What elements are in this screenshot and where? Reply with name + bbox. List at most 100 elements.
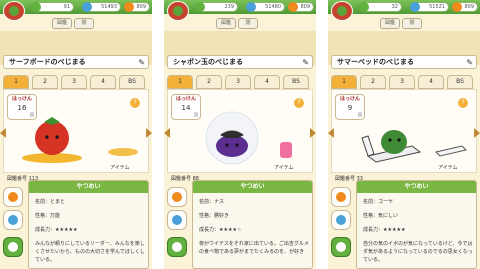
field-name: 名前：とまと [35, 199, 66, 205]
help-icon[interactable]: ? [457, 97, 469, 109]
side-button-info[interactable] [167, 187, 187, 207]
green-currency-value: 32 [391, 4, 398, 10]
field-key: 名前 [35, 199, 46, 205]
variant-tab-2[interactable]: 2 [196, 75, 222, 89]
orange-currency: 809 [452, 2, 478, 12]
orange-currency-value: 809 [464, 4, 474, 10]
tab-dex[interactable]: 図鑑 [380, 18, 400, 29]
found-label: はっけん [339, 96, 360, 102]
field-value: ゴーヤ [378, 199, 394, 205]
variant-tab-bs[interactable]: BS [119, 75, 145, 89]
variant-tab-4[interactable]: 4 [418, 75, 444, 89]
tab-dex[interactable]: 図鑑 [52, 18, 72, 29]
found-count: 9 [347, 104, 353, 112]
variant-tab-2[interactable]: 2 [360, 75, 386, 89]
found-unit: 回 [194, 112, 198, 117]
next-arrow-icon[interactable] [474, 128, 480, 138]
tab-close[interactable]: 閉 [238, 18, 258, 29]
leaf-coin-icon [359, 2, 369, 12]
shop-icon [172, 215, 182, 225]
carrot-icon [452, 2, 462, 12]
side-button-home[interactable] [167, 237, 187, 257]
found-counter: はっけん 9 回 [335, 94, 365, 120]
prev-arrow-icon[interactable] [328, 128, 334, 138]
field-key: 性格 [35, 213, 46, 219]
panel-2: 239 51480 809 図鑑 閉 シャボン玉のべじまる ✎ 1 2 3 4 … [164, 0, 316, 269]
blue-currency-value: 51480 [265, 4, 281, 10]
field-value: ★★★★★ [383, 227, 406, 233]
variant-tab-3[interactable]: 3 [389, 75, 415, 89]
game-logo-icon[interactable] [3, 1, 25, 21]
field-personality: 性格：万能 [35, 213, 61, 219]
pencil-icon[interactable]: ✎ [302, 58, 309, 67]
next-arrow-icon[interactable] [310, 128, 316, 138]
help-icon[interactable]: ? [129, 97, 141, 109]
goya-body [381, 130, 407, 154]
character-name-text: サーフボードのべじまる [9, 58, 86, 66]
field-value: ★★★★☆ [219, 227, 242, 233]
field-key: 名前 [199, 199, 210, 205]
description-title: やつめい [29, 181, 148, 193]
blue-currency: 51493 [82, 2, 121, 12]
pencil-icon[interactable]: ✎ [138, 58, 145, 67]
prev-arrow-icon[interactable] [0, 128, 6, 138]
tab-close[interactable]: 閉 [74, 18, 94, 29]
field-value: ★★★★★ [55, 227, 78, 233]
game-logo-icon[interactable] [167, 1, 189, 21]
blue-coin-icon [246, 2, 256, 12]
side-button-home[interactable] [331, 237, 351, 257]
field-growth: 成長力：★★★★★ [363, 227, 406, 233]
variant-tab-4[interactable]: 4 [254, 75, 280, 89]
pencil-icon[interactable]: ✎ [466, 58, 473, 67]
description-card: やつめい 名前：とまと 性格：万能 成長力：★★★★★ みんなが頼りにしているリ… [28, 180, 149, 269]
side-button-home[interactable] [3, 237, 23, 257]
variant-tab-2[interactable]: 2 [32, 75, 58, 89]
character-name: サマーベッドのべじまる ✎ [331, 55, 477, 69]
help-icon[interactable]: ? [293, 97, 305, 109]
variant-tab-4[interactable]: 4 [90, 75, 116, 89]
item-label: アイテム [274, 165, 294, 171]
side-button-info[interactable] [331, 187, 351, 207]
found-label: はっけん [175, 96, 196, 102]
blue-coin-icon [82, 2, 92, 12]
found-counter: はっけん 14 回 [171, 94, 201, 120]
variant-tab-3[interactable]: 3 [61, 75, 87, 89]
description-title: やつめい [357, 181, 476, 193]
variant-tab-1[interactable]: 1 [331, 75, 357, 89]
variant-tab-1[interactable]: 1 [167, 75, 193, 89]
found-counter: はっけん 16 回 [7, 94, 37, 120]
side-button-info[interactable] [3, 187, 23, 207]
blue-coin-icon [410, 2, 420, 12]
green-currency: 239 [195, 2, 238, 12]
green-currency-value: 91 [63, 4, 70, 10]
item-label: アイテム [110, 165, 130, 171]
side-button-shop[interactable] [331, 210, 351, 230]
variant-tab-bs[interactable]: BS [283, 75, 309, 89]
description-card: やつめい 名前：ゴーヤ 性格：気にしい 成長力：★★★★★ 自分の気のイボのが気… [356, 180, 477, 269]
home-icon [172, 242, 182, 252]
green-currency: 32 [359, 2, 402, 12]
variant-tab-1[interactable]: 1 [3, 75, 29, 89]
side-button-shop[interactable] [167, 210, 187, 230]
variant-tab-bs[interactable]: BS [447, 75, 473, 89]
green-currency: 91 [31, 2, 74, 12]
found-count: 14 [181, 104, 191, 112]
tab-close[interactable]: 閉 [402, 18, 422, 29]
info-icon [336, 192, 346, 202]
home-icon [336, 242, 346, 252]
game-logo-icon[interactable] [331, 1, 353, 21]
shop-icon [8, 215, 18, 225]
variant-tab-3[interactable]: 3 [225, 75, 251, 89]
next-arrow-icon[interactable] [146, 128, 152, 138]
blue-currency: 51521 [410, 2, 449, 12]
prev-arrow-icon[interactable] [164, 128, 170, 138]
orange-currency-value: 809 [300, 4, 310, 10]
dex-number-label: 図鑑番号 [171, 176, 192, 182]
side-button-shop[interactable] [3, 210, 23, 230]
tab-dex[interactable]: 図鑑 [216, 18, 236, 29]
home-icon [8, 242, 18, 252]
character-name: シャボン玉のべじまる ✎ [167, 55, 313, 69]
green-currency-value: 239 [224, 4, 234, 10]
field-name: 名前：ナス [199, 199, 225, 205]
blue-currency-value: 51521 [429, 4, 445, 10]
